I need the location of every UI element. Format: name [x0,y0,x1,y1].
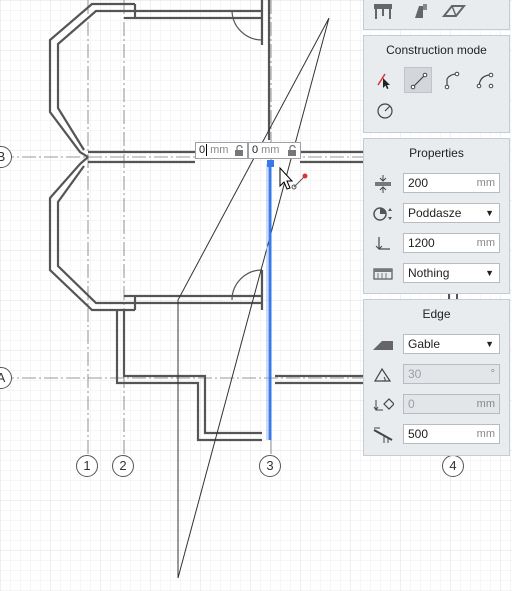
chevron-down-icon: ▼ [485,208,494,218]
chevron-down-icon: ▼ [485,339,494,349]
height-input[interactable]: 1200 mm [403,233,500,253]
edge-offset-unit: mm [476,398,495,410]
height-value: 1200 [408,236,435,250]
thickness-input[interactable]: 200 mm [403,173,500,193]
thickness-unit: mm [476,177,495,189]
height-unit: mm [476,237,495,249]
roof-tool-icon[interactable] [442,2,466,20]
circle-button[interactable] [371,98,399,124]
line-icon [410,72,428,90]
slope-angle-value: 30 [408,367,422,381]
lock-icon[interactable] [287,145,297,156]
circle-icon [377,103,393,119]
properties-panel: Properties 200 mm Poddasze ▼ 1200 mm Nothin… [363,138,510,294]
length-value: 0 [199,144,206,156]
material-select[interactable]: Nothing ▼ [403,263,500,283]
polyline-arc-icon [444,71,460,90]
properties-title: Properties [409,146,464,160]
line-button[interactable] [404,67,432,93]
axis-label-1: 1 [76,455,98,477]
length-unit: mm [210,144,229,156]
top-tools-panel [363,0,510,30]
overhang-icon [373,427,393,443]
slope-angle-icon [373,367,392,382]
axis-label-3: 3 [259,455,281,477]
height-icon [375,237,390,250]
angle-unit: mm [261,144,280,156]
edge-panel: Edge Gable ▼ 30 ° 0 mm 500 mm [363,299,510,456]
edge-offset-icon [373,398,394,411]
construction-mode-panel: Construction mode [363,35,510,133]
lock-icon[interactable] [234,145,244,156]
overhang-value: 500 [408,427,429,441]
level-value: Poddasze [408,206,462,220]
wall-pick-button[interactable] [371,67,399,93]
slope-angle-unit: ° [490,368,495,380]
furniture-icon[interactable] [372,2,394,20]
axis-label-4: 4 [442,455,464,477]
thickness-value: 200 [408,176,429,190]
arc-button[interactable] [471,67,499,93]
construction-mode-title: Construction mode [386,43,487,57]
edge-offset-value: 0 [408,397,415,411]
material-value: Nothing [408,266,450,280]
axis-label-2: 2 [112,455,134,477]
overhang-unit: mm [476,428,495,440]
tool-icon[interactable] [409,2,431,20]
slope-angle-input[interactable]: 30 ° [403,364,500,384]
overhang-input[interactable]: 500 mm [403,424,500,444]
level-icon [373,207,392,221]
arc-icon [476,72,494,89]
angle-input[interactable]: 0 mm [248,142,301,159]
thickness-icon [375,175,391,193]
edge-title: Edge [422,307,451,321]
length-input[interactable]: 0 mm [195,142,248,159]
level-select[interactable]: Poddasze ▼ [403,203,500,223]
edge-type-value: Gable [408,337,441,351]
polyline-arc-button[interactable] [438,67,466,93]
edge-type-select[interactable]: Gable ▼ [403,334,500,354]
gable-icon [373,341,393,350]
edge-offset-input[interactable]: 0 mm [403,394,500,414]
angle-value: 0 [252,144,259,156]
wall-pick-icon [377,73,390,89]
chevron-down-icon: ▼ [485,268,494,278]
material-icon [373,268,393,280]
